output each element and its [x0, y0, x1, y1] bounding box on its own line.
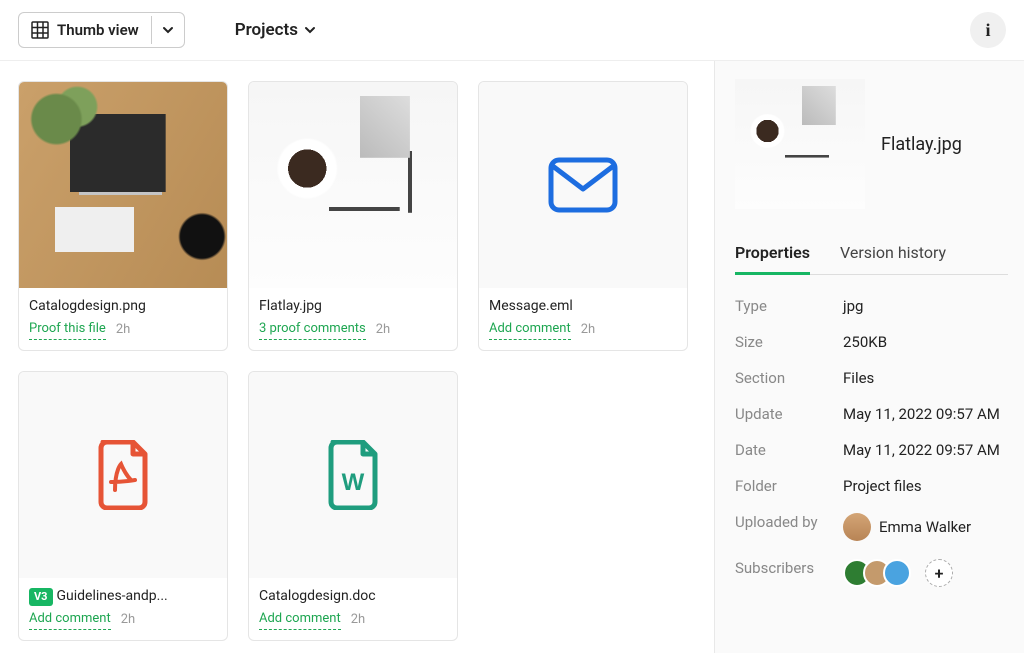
preview-thumbnail	[735, 79, 865, 209]
topbar: Thumb view Projects i	[0, 0, 1024, 61]
prop-label-subscribers: Subscribers	[735, 559, 843, 587]
sidebar-file-title: Flatlay.jpg	[881, 134, 962, 155]
file-card[interactable]: V3Guidelines-andp... Add comment 2h	[18, 371, 228, 641]
add-comment-link[interactable]: Add comment	[29, 609, 111, 631]
info-button[interactable]: i	[970, 12, 1006, 48]
file-timestamp: 2h	[116, 320, 130, 340]
prop-value-uploaded-by: Emma Walker	[843, 513, 1008, 541]
prop-label-type: Type	[735, 297, 843, 315]
prop-value-subscribers: +	[843, 559, 1008, 587]
file-thumbnail: W	[249, 372, 457, 578]
prop-label-section: Section	[735, 369, 843, 387]
file-thumbnail	[19, 372, 227, 578]
file-name: Catalogdesign.doc	[259, 586, 447, 607]
file-grid: Catalogdesign.png Proof this file 2h Fla…	[0, 61, 714, 653]
prop-value-update: May 11, 2022 09:57 AM	[843, 405, 1008, 423]
file-timestamp: 2h	[376, 320, 390, 340]
tab-properties[interactable]: Properties	[735, 235, 810, 275]
file-card[interactable]: W Catalogdesign.doc Add comment 2h	[248, 371, 458, 641]
file-name: V3Guidelines-andp...	[29, 586, 217, 607]
file-timestamp: 2h	[581, 320, 595, 340]
view-mode-caret[interactable]	[151, 16, 184, 44]
prop-label-update: Update	[735, 405, 843, 423]
file-card[interactable]: Flatlay.jpg 3 proof comments 2h	[248, 81, 458, 351]
avatar	[883, 559, 911, 587]
version-badge: V3	[29, 588, 53, 607]
tab-version-history[interactable]: Version history	[840, 235, 946, 274]
sidebar-tabs: Properties Version history	[735, 235, 1008, 275]
file-name: Flatlay.jpg	[259, 296, 447, 317]
file-card[interactable]: Message.eml Add comment 2h	[478, 81, 688, 351]
thumb-view-button[interactable]: Thumb view	[19, 13, 151, 47]
file-timestamp: 2h	[351, 610, 365, 630]
pdf-icon	[95, 440, 151, 510]
projects-label: Projects	[235, 20, 298, 40]
file-thumbnail	[479, 82, 687, 288]
grid-icon	[31, 21, 49, 39]
add-comment-link[interactable]: Add comment	[259, 609, 341, 631]
info-icon: i	[985, 20, 990, 41]
file-thumbnail	[249, 82, 457, 288]
prop-value-type: jpg	[843, 297, 1008, 315]
file-name: Catalogdesign.png	[29, 296, 217, 317]
word-doc-icon: W	[325, 440, 381, 510]
prop-label-size: Size	[735, 333, 843, 351]
file-thumbnail	[19, 82, 227, 288]
prop-value-section: Files	[843, 369, 1008, 387]
file-timestamp: 2h	[121, 610, 135, 630]
mail-icon	[548, 157, 618, 213]
file-name: Message.eml	[489, 296, 677, 317]
projects-dropdown[interactable]: Projects	[229, 12, 322, 48]
thumb-view-label: Thumb view	[57, 21, 139, 39]
subscriber-avatars	[843, 559, 911, 587]
add-comment-link[interactable]: Add comment	[489, 319, 571, 341]
avatar	[843, 513, 871, 541]
prop-label-uploaded-by: Uploaded by	[735, 513, 843, 541]
properties-list: Type jpg Size 250KB Section Files Update…	[735, 297, 1008, 587]
chevron-down-icon	[162, 24, 174, 36]
proof-comments-link[interactable]: 3 proof comments	[259, 319, 366, 341]
prop-value-size: 250KB	[843, 333, 1008, 351]
view-mode-selector: Thumb view	[18, 12, 185, 48]
proof-file-link[interactable]: Proof this file	[29, 319, 106, 341]
file-card[interactable]: Catalogdesign.png Proof this file 2h	[18, 81, 228, 351]
prop-label-date: Date	[735, 441, 843, 459]
chevron-down-icon	[304, 24, 316, 36]
prop-value-folder: Project files	[843, 477, 1008, 495]
prop-label-folder: Folder	[735, 477, 843, 495]
details-sidebar: Flatlay.jpg Properties Version history T…	[714, 61, 1024, 653]
add-subscriber-button[interactable]: +	[925, 559, 953, 587]
svg-text:W: W	[342, 469, 365, 496]
prop-value-date: May 11, 2022 09:57 AM	[843, 441, 1008, 459]
